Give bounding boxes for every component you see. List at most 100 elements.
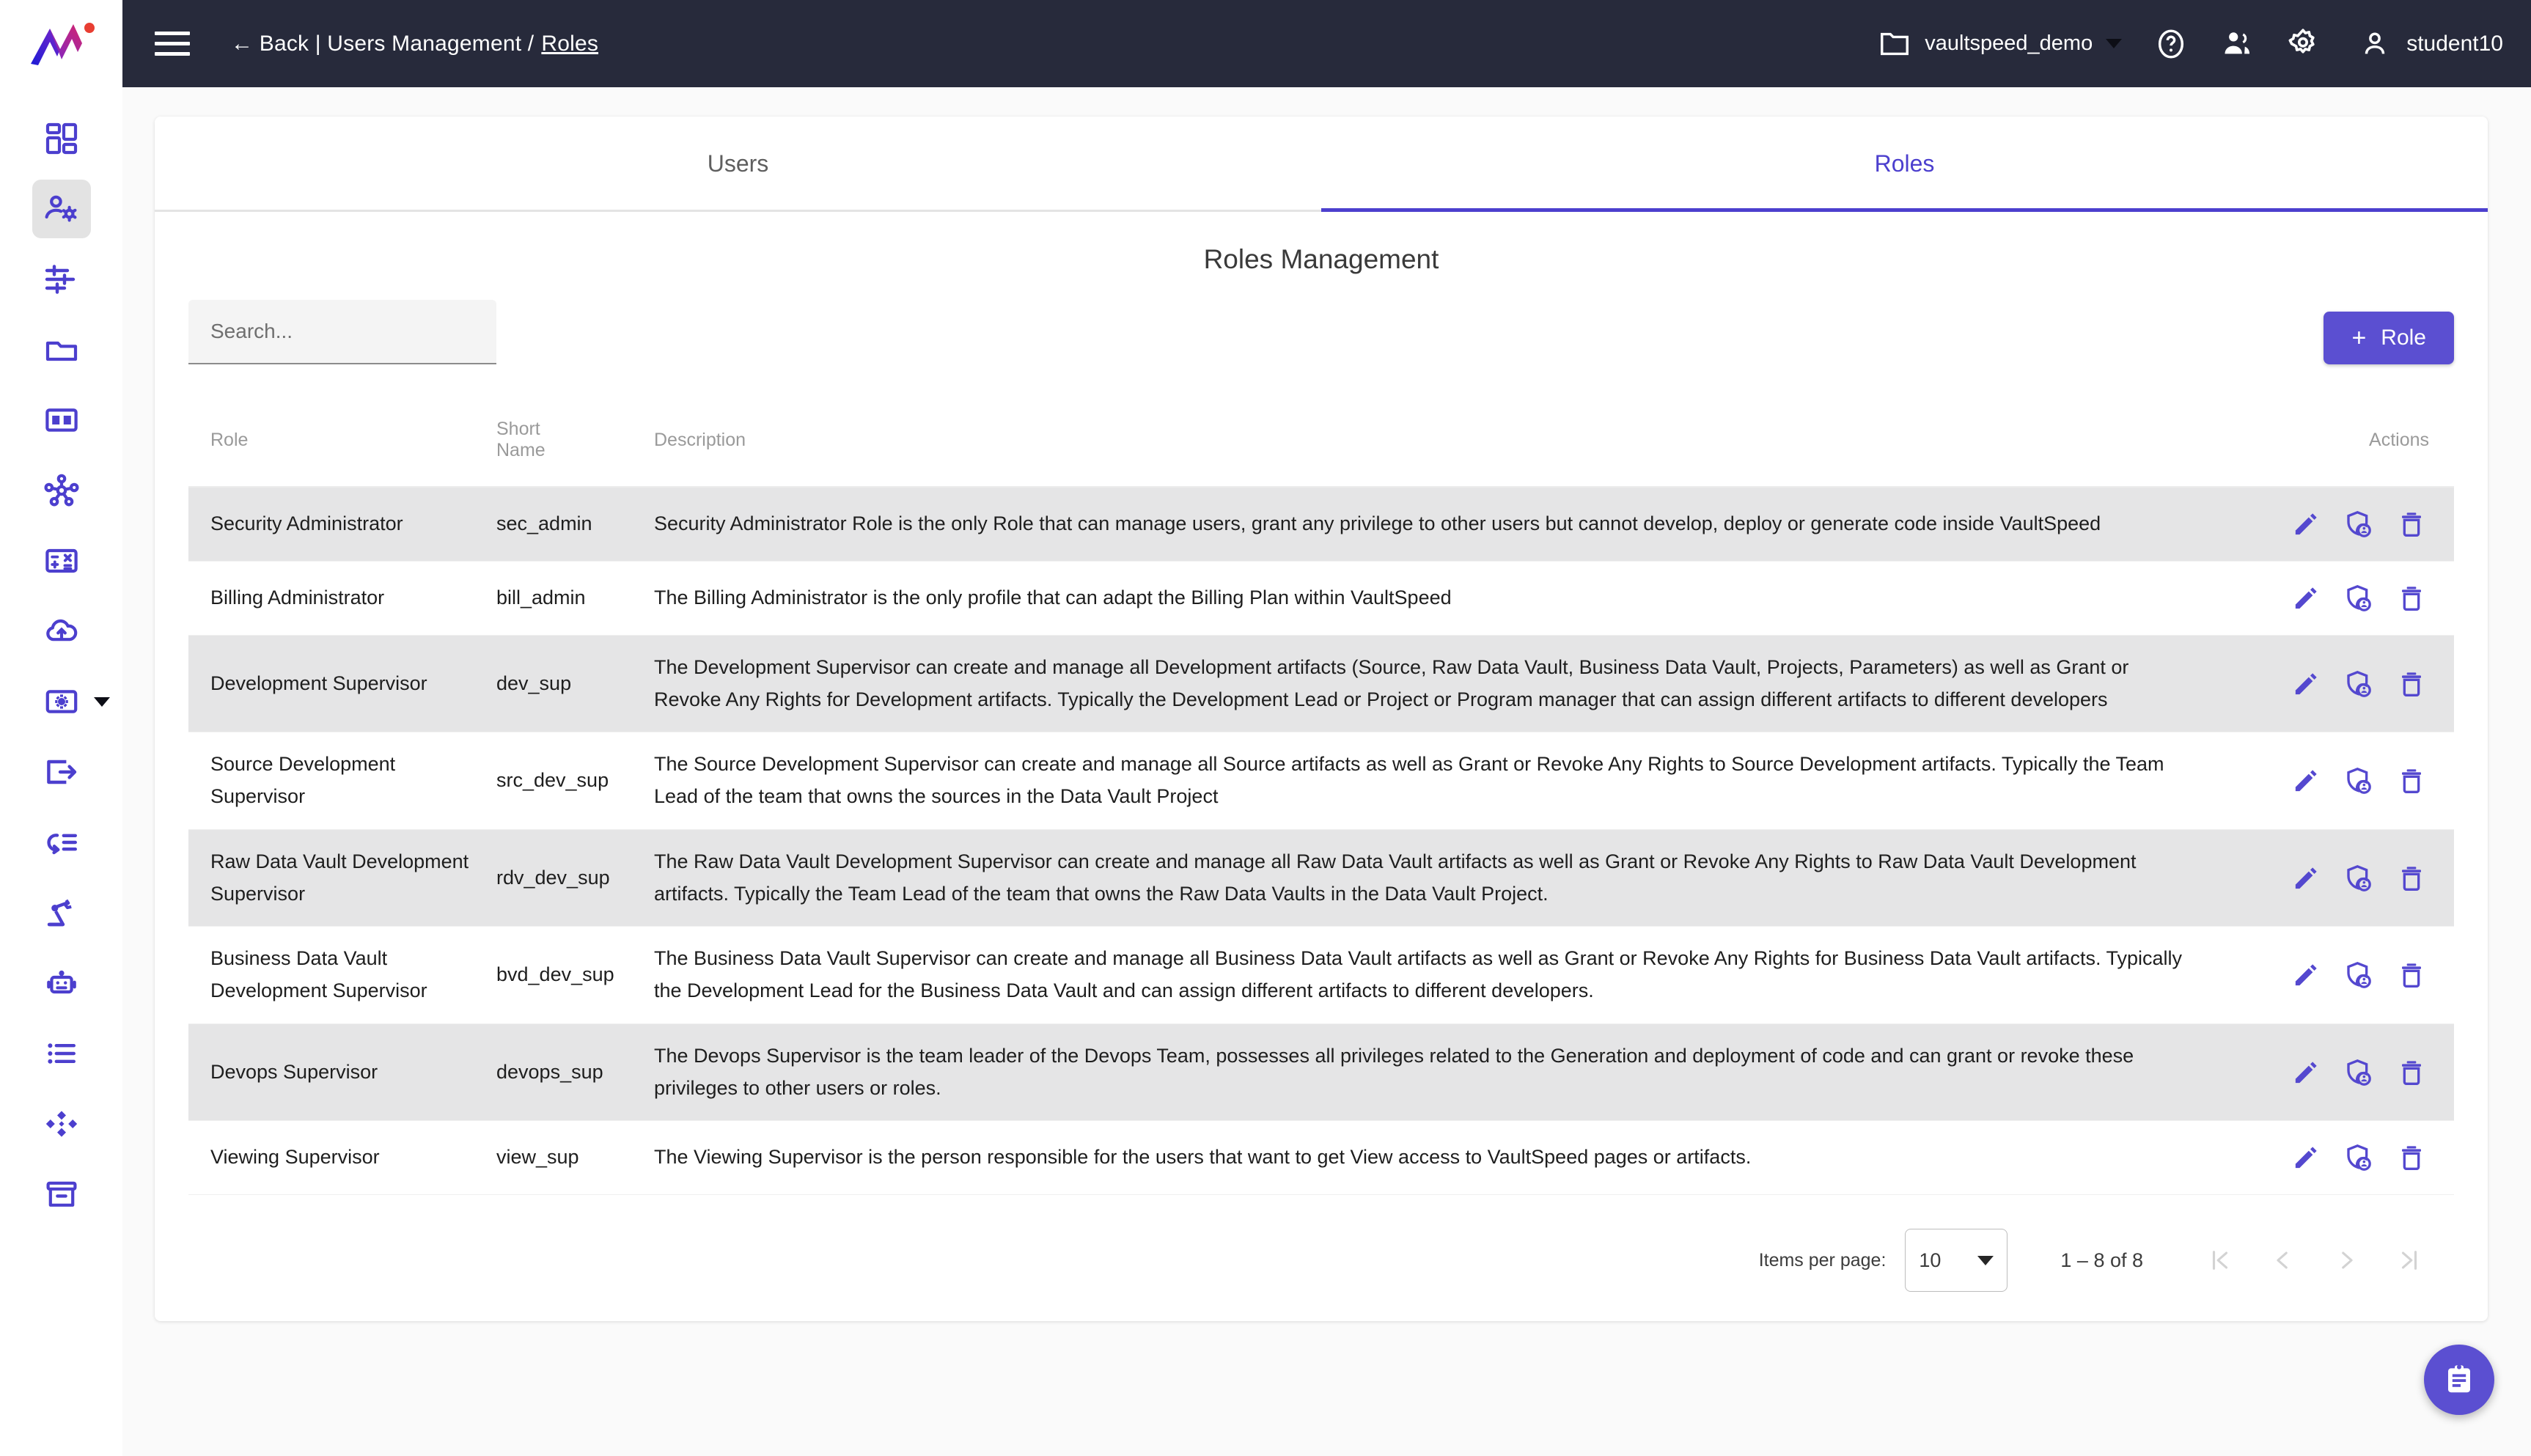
column-header-role[interactable]: Role — [188, 394, 496, 488]
tab-users[interactable]: Users — [155, 117, 1321, 210]
delete-icon[interactable] — [2391, 1052, 2432, 1093]
previous-page-button[interactable] — [2252, 1229, 2315, 1292]
sidebar-item-export[interactable] — [32, 743, 91, 801]
previous-page-icon — [2277, 1251, 2288, 1269]
edit-icon[interactable] — [2285, 504, 2326, 545]
export-icon — [46, 760, 76, 784]
cell-role: Billing Administrator — [210, 587, 385, 609]
sidebar-item-dashboard[interactable] — [32, 109, 91, 168]
cell-short-name: rdv_dev_sup — [496, 866, 610, 889]
shield-user-icon[interactable] — [2338, 760, 2379, 801]
shield-user-icon[interactable] — [2338, 858, 2379, 899]
shield-user-icon[interactable] — [2338, 955, 2379, 996]
sidebar-item-business-rules[interactable] — [32, 532, 91, 590]
diamonds-icon — [45, 1111, 77, 1137]
column-header-actions: Actions — [2212, 394, 2454, 488]
breadcrumb[interactable]: ← Back | Users Management / Roles — [231, 32, 598, 56]
next-page-button[interactable] — [2315, 1229, 2378, 1292]
column-header-short-name[interactable]: Short Name — [496, 394, 654, 488]
refresh-list-icon — [46, 834, 77, 855]
shield-user-icon[interactable] — [2338, 663, 2379, 705]
cell-description: Security Administrator Role is the only … — [654, 512, 2101, 535]
roles-table-wrapper: Role Short Name Description Actions Secu… — [155, 394, 2488, 1195]
tab-roles[interactable]: Roles — [1321, 117, 2488, 212]
chevron-down-icon[interactable] — [93, 696, 110, 707]
breadcrumb-current[interactable]: Roles — [541, 32, 598, 56]
cell-role: Raw Data Vault Development Supervisor — [210, 850, 469, 905]
cell-actions — [2212, 829, 2454, 926]
breadcrumb-back-label[interactable]: ← Back | Users Management / — [231, 32, 534, 56]
edit-icon[interactable] — [2285, 760, 2326, 801]
sidebar-item-deploy[interactable] — [32, 602, 91, 661]
delete-icon[interactable] — [2391, 760, 2432, 801]
sidebar-item-user-management[interactable] — [32, 180, 91, 238]
table-row[interactable]: Source Development Supervisor src_dev_sup… — [188, 732, 2454, 830]
tab-bar: Users Roles — [155, 117, 2488, 212]
sidebar-item-archive[interactable] — [32, 1165, 91, 1224]
search-input[interactable] — [210, 320, 474, 343]
delete-icon[interactable] — [2391, 578, 2432, 619]
list-icon — [47, 1043, 76, 1064]
hamburger-line — [155, 42, 190, 45]
delete-icon[interactable] — [2391, 663, 2432, 705]
edit-icon[interactable] — [2285, 663, 2326, 705]
table-row[interactable]: Raw Data Vault Development Supervisor rdv… — [188, 829, 2454, 927]
search-field-wrapper[interactable] — [188, 300, 496, 364]
cell-description: The Source Development Supervisor can cr… — [654, 753, 2164, 808]
delete-icon[interactable] — [2391, 504, 2432, 545]
body-wrapper: Users Roles Roles Management + Role — [0, 87, 2531, 1456]
sidebar — [0, 87, 122, 1456]
toolbar: + Role — [155, 300, 2488, 364]
table-row[interactable]: Billing Administrator bill_admin The Billi… — [188, 562, 2454, 636]
delete-icon[interactable] — [2391, 858, 2432, 899]
user-menu[interactable]: student10 — [2358, 27, 2503, 61]
last-page-button[interactable] — [2378, 1229, 2441, 1292]
app-logo[interactable] — [0, 0, 122, 87]
table-row[interactable]: Devops Supervisor devops_sup The Devops Su… — [188, 1023, 2454, 1121]
sidebar-item-logs[interactable] — [32, 1024, 91, 1083]
shield-user-icon[interactable] — [2338, 1052, 2379, 1093]
notes-fab-button[interactable] — [2424, 1345, 2494, 1415]
cell-short-name: bvd_dev_sup — [496, 963, 614, 986]
sidebar-item-settings-sliders[interactable] — [32, 250, 91, 309]
items-per-page-select[interactable]: 10 — [1905, 1229, 2008, 1293]
sidebar-item-folder[interactable] — [32, 320, 91, 379]
gear-icon[interactable] — [2286, 27, 2320, 61]
table-row[interactable]: Business Data Vault Development Supervis… — [188, 927, 2454, 1024]
add-role-button[interactable]: + Role — [2324, 312, 2454, 364]
users-icon[interactable] — [2220, 27, 2254, 61]
column-header-short-line2: Name — [496, 440, 545, 460]
roles-card: Users Roles Roles Management + Role — [155, 117, 2488, 1322]
sidebar-item-automation[interactable] — [32, 883, 91, 942]
sidebar-item-network[interactable] — [32, 461, 91, 520]
delete-icon[interactable] — [2391, 955, 2432, 996]
edit-icon[interactable] — [2285, 955, 2326, 996]
sidebar-item-agent[interactable] — [32, 954, 91, 1012]
sidebar-item-templates[interactable] — [32, 1095, 91, 1153]
table-row[interactable]: Viewing Supervisor view_sup The Viewing Su… — [188, 1121, 2454, 1195]
edit-icon[interactable] — [2285, 578, 2326, 619]
cell-role: Devops Supervisor — [210, 1060, 378, 1083]
shield-user-icon[interactable] — [2338, 578, 2379, 619]
column-header-description[interactable]: Description — [654, 394, 2212, 488]
table-row[interactable]: Security Administrator sec_admin Security … — [188, 487, 2454, 562]
sidebar-item-configuration[interactable] — [32, 672, 110, 731]
edit-icon[interactable] — [2285, 1137, 2326, 1178]
first-page-button[interactable] — [2189, 1229, 2252, 1292]
edit-icon[interactable] — [2285, 858, 2326, 899]
delete-icon[interactable] — [2391, 1137, 2432, 1178]
cell-actions — [2212, 1023, 2454, 1120]
shield-user-icon[interactable] — [2338, 1137, 2379, 1178]
sidebar-item-jobs[interactable] — [32, 813, 91, 872]
roles-table: Role Short Name Description Actions Secu… — [188, 394, 2454, 1195]
sidebar-item-data-table[interactable] — [32, 391, 91, 449]
menu-toggle-button[interactable] — [155, 32, 190, 56]
shield-user-icon[interactable] — [2338, 504, 2379, 545]
edit-icon[interactable] — [2285, 1052, 2326, 1093]
header-actions: vaultspeed_demo student10 — [1878, 27, 2503, 61]
project-selector[interactable]: vaultspeed_demo — [1878, 27, 2123, 61]
cell-description: The Business Data Vault Supervisor can c… — [654, 947, 2182, 1002]
help-circle-icon[interactable] — [2154, 27, 2188, 61]
table-head: Role Short Name Description Actions — [188, 394, 2454, 488]
table-row[interactable]: Development Supervisor dev_sup The Develop… — [188, 635, 2454, 732]
